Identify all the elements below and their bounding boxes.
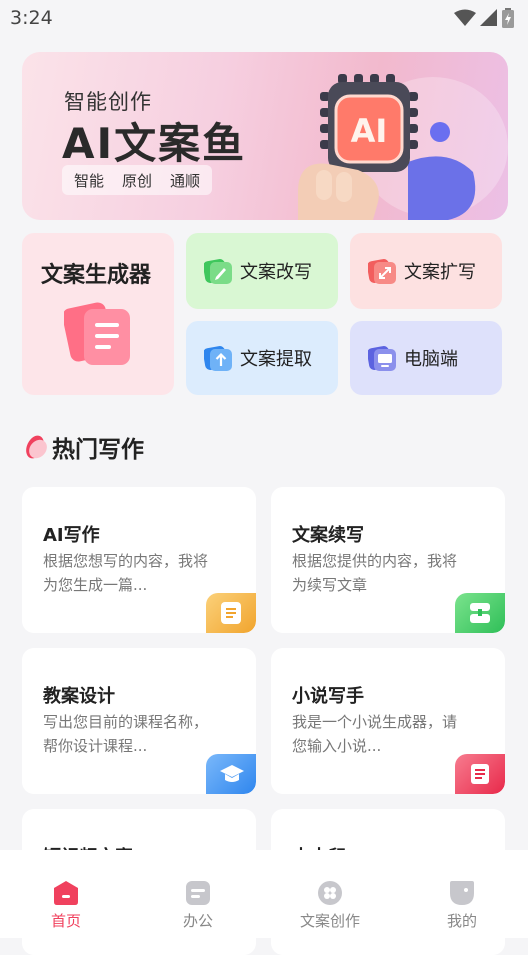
card-title: AI写作 [43,525,100,546]
upload-icon [204,346,232,371]
card-title: 教案设计 [43,686,115,707]
expand-icon [368,259,396,284]
card-ai-writing[interactable]: AI写作 根据您想写的内容，我将为您生成一篇... [22,487,256,633]
continue-icon [470,603,490,623]
battery-icon [502,8,514,28]
tab-label: 文案创作 [299,912,360,930]
card-continue-writing[interactable]: 文案续写 根据您提供的内容，我将为续写文章 [271,487,505,633]
card-title: 文案续写 [292,525,364,546]
status-time: 3:24 [10,7,53,29]
banner-tag: 智能 [74,171,105,190]
card-description: 我是一个小说生成器，请您输入小说... [292,713,458,755]
tab-label: 首页 [50,912,81,930]
card-title: 小说写手 [292,686,364,707]
hot-writing-header: 热门写作 [24,430,144,464]
card-badge [206,593,256,633]
card-lesson-design[interactable]: 教案设计 写出您目前的课程名称，帮你设计课程... [22,648,256,794]
rewrite-label: 文案改写 [240,262,312,283]
office-icon [186,881,210,905]
rewrite-tile[interactable]: 文案改写 [186,233,338,309]
tab-label: 我的 [446,912,477,930]
hero-banner[interactable]: 智能创作 AI文案鱼 智能 原创 通顺 AI [22,52,508,220]
expand-label: 文案扩写 [404,262,476,283]
card-description: 根据您想写的内容，我将为您生成一篇... [43,552,209,594]
banner-tags: 智能 原创 通顺 [62,165,213,195]
status-bar: 3:24 [0,0,528,36]
petal-icon [26,435,47,459]
banner-title: AI文案鱼 [62,119,247,168]
book-icon [471,764,489,784]
tab-profile[interactable]: 我的 [396,850,528,938]
wifi-icon [454,9,476,26]
expand-tile[interactable]: 文案扩写 [350,233,502,309]
copy-generator-label: 文案生成器 [41,263,152,288]
document-stack-icon [64,302,130,365]
monitor-icon [368,346,396,371]
card-badge [455,593,505,633]
graduation-cap-icon [220,765,244,782]
card-description: 根据您提供的内容，我将为续写文章 [292,552,458,594]
desktop-tile[interactable]: 电脑端 [350,321,502,395]
tab-creation[interactable]: 文案创作 [264,850,396,938]
section-title: 热门写作 [52,437,144,463]
card-description: 写出您目前的课程名称，帮你设计课程... [43,713,209,755]
profile-icon [450,881,474,905]
extract-label: 文案提取 [240,349,312,370]
signal-icon [480,9,497,26]
tab-label: 办公 [182,912,213,930]
card-badge [206,754,256,794]
copy-generator-tile[interactable]: 文案生成器 [22,233,174,395]
ai-chip-illustration: AI [298,74,508,220]
edit-icon [204,259,232,284]
tab-home[interactable]: 首页 [0,850,132,938]
chip-label: AI [351,112,388,150]
bottom-tab-bar: 首页 办公 文案创作 我的 [0,850,528,938]
tab-office[interactable]: 办公 [132,850,264,938]
desktop-label: 电脑端 [404,349,458,370]
banner-tag: 原创 [122,171,153,190]
status-icons [454,8,514,28]
extract-tile[interactable]: 文案提取 [186,321,338,395]
home-icon [54,881,78,905]
document-icon [221,602,241,624]
card-badge [455,754,505,794]
banner-tag: 通顺 [170,171,201,190]
card-novel-writer[interactable]: 小说写手 我是一个小说生成器，请您输入小说... [271,648,505,794]
creation-icon [318,881,342,905]
